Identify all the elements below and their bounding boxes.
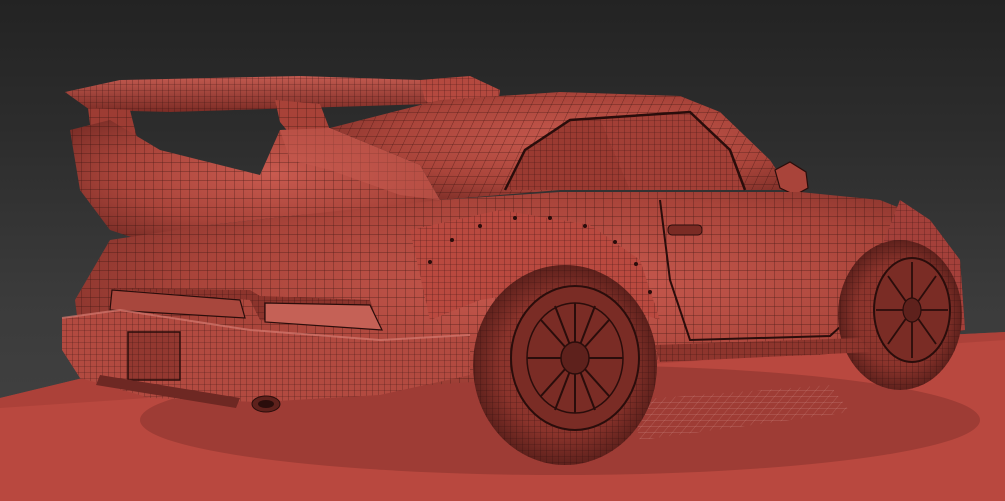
- 3d-viewport[interactable]: [0, 0, 1005, 501]
- rear-wheel: [473, 265, 657, 465]
- wireframe-render: [0, 76, 1005, 501]
- front-wheel: [838, 240, 962, 390]
